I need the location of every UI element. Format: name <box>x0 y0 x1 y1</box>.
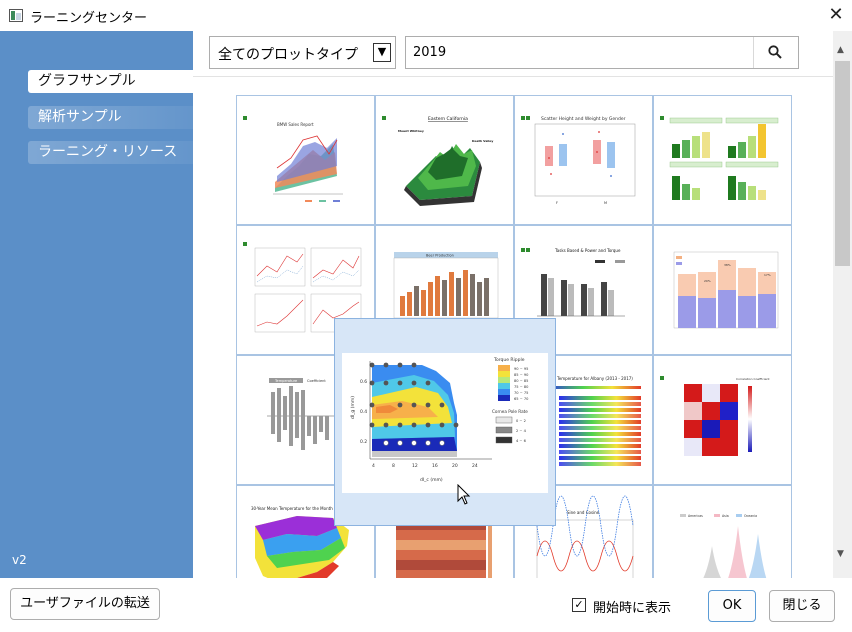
sample-preview-popup[interactable]: 4 8 12 16 20 24 0.2 0.4 0.6 dI_c (mm) dI… <box>334 318 556 526</box>
axis-tick: 0.2 <box>360 439 367 445</box>
axis-tick: 16 <box>432 463 438 469</box>
legend-level: 4 ~ 6 <box>516 439 527 443</box>
plot-type-selected: 全てのプロットタイプ <box>218 47 358 63</box>
legend-item: Coefficient <box>307 379 326 383</box>
legend-title: Cornea Pole Rate <box>492 409 528 414</box>
show-at-startup-label: 開始時に表示 <box>593 601 672 616</box>
thumbnail-title: Beer Production <box>426 254 454 258</box>
axis-tick: F <box>556 201 558 205</box>
search-input[interactable] <box>407 38 751 67</box>
sample-thumbnail[interactable]: BMW Sales Report <box>236 95 375 225</box>
sidebar-item-analysis-samples[interactable]: 解析サンプル <box>28 106 193 129</box>
legend-title: Torque Ripple <box>493 357 525 363</box>
toolbar-divider <box>193 76 833 77</box>
legend-item: Americas <box>688 514 703 518</box>
legend-level: 0 ~ 2 <box>516 419 526 423</box>
app-icon <box>9 9 23 22</box>
close-button[interactable]: 閉じる <box>769 590 835 622</box>
legend-level: 2 ~ 4 <box>516 429 527 433</box>
axis-tick: 8 <box>392 463 395 469</box>
sidebar-item-learning-resources[interactable]: ラーニング・リソース <box>28 141 193 164</box>
axis-tick: 0.6 <box>360 379 367 385</box>
close-icon: ✕ <box>828 4 844 25</box>
chevron-down-icon: ▼ <box>373 43 391 62</box>
footer-bar: ユーザファイルの転送 ✓ 開始時に表示 OK 閉じる <box>0 578 852 632</box>
legend-level: 65 ~ 70 <box>514 397 529 401</box>
axis-tick: 4 <box>372 463 375 469</box>
axis-tick: M <box>604 201 607 205</box>
legend-level: 80 ~ 85 <box>514 379 528 383</box>
legend-item: Oceania <box>744 514 757 518</box>
data-label: 17% <box>764 273 771 277</box>
sample-thumbnail[interactable]: Americas Asia Oceania <box>653 485 792 578</box>
thumbnail-title: BMW Sales Report <box>277 122 314 127</box>
sidebar-item-label: ラーニング・リソース <box>38 144 178 160</box>
thumbnail-title: Scatter Height and Weight by Gender <box>541 116 626 122</box>
sidebar: グラフサンプル 解析サンプル ラーニング・リソース v2 <box>0 31 193 578</box>
transfer-user-files-button[interactable]: ユーザファイルの転送 <box>10 588 160 620</box>
scrollbar-thumb[interactable] <box>835 61 850 266</box>
sample-thumbnail[interactable]: Eastern California Mount Whitney Death V… <box>375 95 514 225</box>
version-label: v2 <box>12 553 27 567</box>
title-bar: ラーニングセンター ✕ <box>0 0 852 31</box>
thumbnail-label: Death Valley <box>472 139 493 143</box>
scroll-up-icon[interactable]: ▲ <box>837 45 844 55</box>
close-window-button[interactable]: ✕ <box>822 3 850 27</box>
search-icon <box>768 45 782 59</box>
axis-tick: 20 <box>452 463 458 469</box>
sidebar-item-label: 解析サンプル <box>38 109 122 125</box>
y-axis-label: dI_g (mm) <box>350 396 356 419</box>
sample-thumbnail[interactable]: Scatter Height and Weight by Gender F M <box>514 95 653 225</box>
thumbnail-title: Eastern California <box>428 116 468 122</box>
vertical-scrollbar[interactable]: ▲ ▼ <box>833 31 852 578</box>
scroll-down-icon[interactable]: ▼ <box>837 549 844 559</box>
ok-button[interactable]: OK <box>708 590 756 622</box>
legend-item: Asia <box>722 514 729 518</box>
preview-chart: 4 8 12 16 20 24 0.2 0.4 0.6 dI_c (mm) dI… <box>342 353 548 493</box>
legend-level: 90 ~ 95 <box>514 367 528 371</box>
x-axis-label: dI_c (mm) <box>420 477 443 483</box>
axis-tick: 24 <box>472 463 478 469</box>
thumbnail-title: Sine and Cosine <box>567 510 600 515</box>
thumbnail-title: 30-Year Mean Temperature for the Month <box>251 506 333 511</box>
sample-thumbnail[interactable]: 20% 38% 17% <box>653 225 792 355</box>
thumbnail-title: Temperature for Albany (2013 - 2017) <box>556 376 633 381</box>
legend-item: Temperature <box>274 379 297 383</box>
plot-type-dropdown[interactable]: 全てのプロットタイプ ▼ <box>209 36 396 69</box>
axis-tick: 0.4 <box>360 409 367 415</box>
sidebar-item-graph-samples[interactable]: グラフサンプル <box>28 70 193 93</box>
data-label: 20% <box>704 279 711 283</box>
legend-level: 75 ~ 80 <box>514 385 529 389</box>
show-at-startup-checkbox[interactable]: ✓ <box>572 598 586 612</box>
sample-thumbnail[interactable] <box>653 95 792 225</box>
search-button[interactable] <box>753 37 798 68</box>
axis-tick: 12 <box>412 463 418 469</box>
sample-thumbnail[interactable]: Correlation Coefficient <box>653 355 792 485</box>
legend-level: 70 ~ 75 <box>514 391 528 395</box>
thumbnail-title: Correlation Coefficient <box>736 377 770 381</box>
sidebar-item-label: グラフサンプル <box>38 73 136 89</box>
mouse-cursor-icon <box>457 484 471 505</box>
window-title: ラーニングセンター <box>30 11 148 26</box>
thumbnail-label: Mount Whitney <box>398 129 424 133</box>
legend-level: 85 ~ 90 <box>514 373 529 377</box>
data-label: 38% <box>724 263 731 267</box>
thumbnail-title: Tasks Based & Power and Torque <box>554 248 621 253</box>
search-box <box>405 36 799 69</box>
